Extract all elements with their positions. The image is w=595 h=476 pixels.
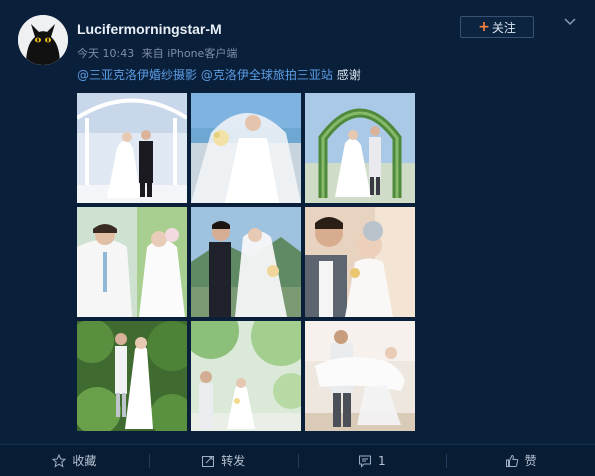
star-icon [52, 453, 67, 468]
plus-icon: + [478, 19, 490, 35]
photo-grid [77, 93, 415, 431]
comment-count: 1 [378, 453, 386, 468]
favorite-label: 收藏 [72, 454, 97, 468]
post-source: 来自 iPhone客户端 [141, 47, 238, 60]
mention-link[interactable]: @三亚克洛伊婚纱摄影 [77, 68, 197, 82]
comment-button[interactable]: 1 [297, 445, 447, 476]
post-meta: 今天 10:43 来自 iPhone客户端 [77, 45, 241, 61]
post-content: @三亚克洛伊婚纱摄影 @克洛伊全球旅拍三亚站 感谢 [77, 66, 361, 83]
black-cat-avatar-icon [18, 15, 68, 65]
photo-4[interactable] [77, 207, 187, 317]
photo-1[interactable] [77, 93, 187, 203]
repost-icon [202, 455, 215, 467]
weibo-post: Lucifermorningstar-M 今天 10:43 来自 iPhone客… [0, 0, 595, 476]
comment-icon [359, 455, 372, 468]
post-time[interactable]: 今天 10:43 [77, 47, 134, 60]
like-label: 赞 [524, 454, 537, 468]
photo-7[interactable] [77, 321, 187, 431]
follow-button[interactable]: + 关注 [460, 16, 534, 38]
photo-2[interactable] [191, 93, 301, 203]
avatar[interactable] [18, 15, 68, 65]
like-button[interactable]: 赞 [446, 445, 595, 476]
favorite-button[interactable]: 收藏 [0, 445, 149, 476]
repost-button[interactable]: 转发 [148, 445, 298, 476]
post-text: 感谢 [336, 68, 361, 82]
repost-label: 转发 [221, 454, 246, 468]
photo-8[interactable] [191, 321, 301, 431]
photo-5[interactable] [191, 207, 301, 317]
follow-label: 关注 [491, 20, 516, 35]
chevron-down-icon[interactable] [562, 14, 578, 30]
action-bar: 收藏 转发 1 赞 [0, 444, 595, 476]
username[interactable]: Lucifermorningstar-M [77, 21, 222, 37]
photo-9[interactable] [305, 321, 415, 431]
photo-6[interactable] [305, 207, 415, 317]
mention-link[interactable]: @克洛伊全球旅拍三亚站 [201, 68, 333, 82]
thumbs-up-icon [505, 454, 518, 467]
photo-3[interactable] [305, 93, 415, 203]
